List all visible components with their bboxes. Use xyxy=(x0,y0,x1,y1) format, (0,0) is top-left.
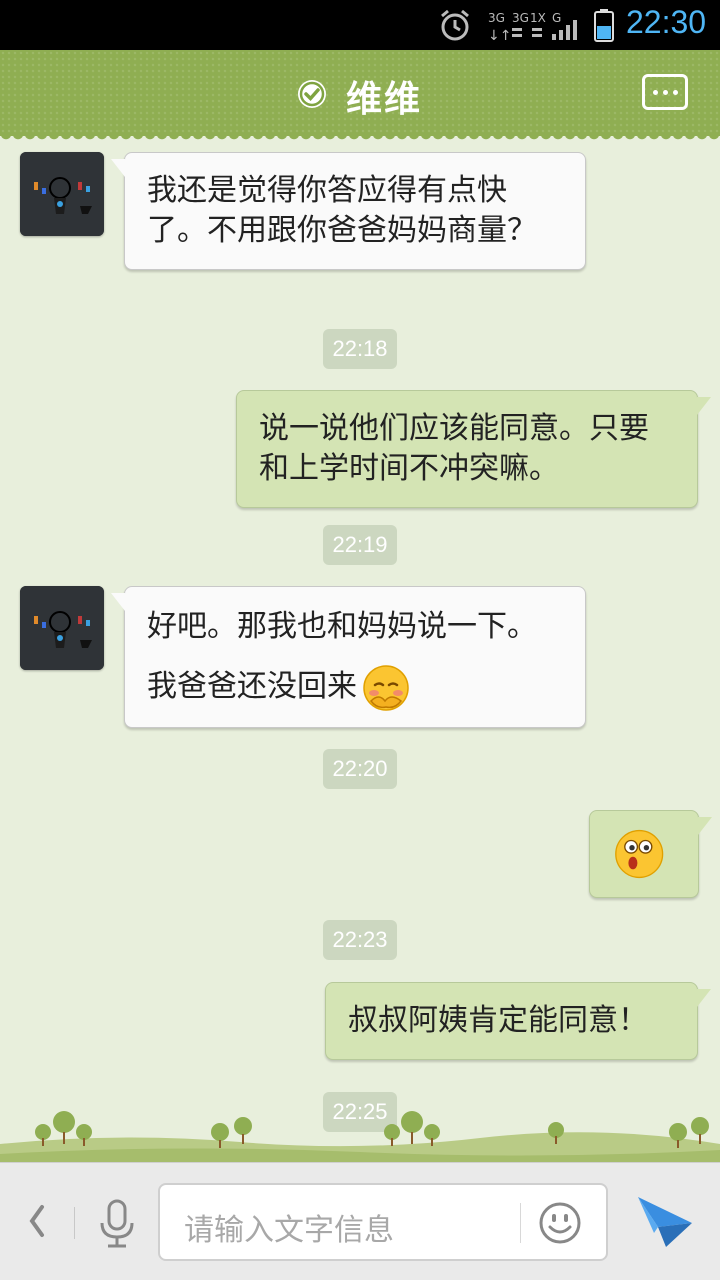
message-text: 叔叔阿姨肯定能同意！ xyxy=(348,1003,648,1038)
status-bar: 3G 3G 1X G ↓↑ 22:30 xyxy=(0,0,720,50)
surprised-face-emoji-icon xyxy=(615,829,664,879)
message-timestamp: 22:23 xyxy=(323,920,397,960)
check-circle-icon xyxy=(298,80,326,108)
landscape-decoration xyxy=(0,1111,720,1164)
battery-icon xyxy=(594,9,614,42)
svg-text:↓↑: ↓↑ xyxy=(488,28,511,42)
message-timestamp: 22:18 xyxy=(323,329,397,369)
message-input-bar: 请输入文字信息 xyxy=(0,1162,720,1280)
contact-name: 维维 xyxy=(346,79,423,120)
clock-time: 22:30 xyxy=(626,4,707,40)
alarm-icon xyxy=(441,9,469,41)
svg-text:G: G xyxy=(552,11,561,25)
message-bubble-incoming[interactable]: 好吧。那我也和妈妈说一下。我爸爸还没回来 xyxy=(111,586,586,728)
message-bubble-outgoing[interactable]: 叔叔阿姨肯定能同意！ xyxy=(325,982,711,1060)
microphone-icon[interactable] xyxy=(96,1199,138,1249)
smiley-icon[interactable] xyxy=(538,1201,582,1245)
message-timestamp: 22:20 xyxy=(323,749,397,789)
message-bubble-outgoing[interactable]: 说一说他们应该能同意。只要和上学时间不冲突嘛。 xyxy=(236,390,711,508)
svg-text:1X: 1X xyxy=(530,11,546,25)
message-input[interactable]: 请输入文字信息 xyxy=(158,1183,608,1261)
chat-header: 维维 xyxy=(0,50,720,142)
contact-avatar[interactable] xyxy=(20,152,104,236)
svg-text:3G: 3G xyxy=(488,11,505,25)
dot-icon xyxy=(673,90,678,95)
chevron-left-icon[interactable] xyxy=(22,1199,52,1243)
divider xyxy=(520,1203,521,1243)
message-bubble-incoming[interactable]: 我还是觉得你答应得有点快了。不用跟你爸爸妈妈商量？ xyxy=(111,152,586,270)
dot-icon xyxy=(653,90,658,95)
send-icon[interactable] xyxy=(636,1193,694,1249)
input-placeholder: 请输入文字信息 xyxy=(184,1213,394,1248)
message-text: 好吧。那我也和妈妈说一下。我爸爸还没回来 xyxy=(147,609,537,704)
message-bubble-outgoing[interactable] xyxy=(589,810,712,898)
message-timestamp: 22:19 xyxy=(323,525,397,565)
message-text: 说一说他们应该能同意。只要和上学时间不冲突嘛。 xyxy=(259,411,649,486)
signal-icon: 3G 3G 1X G ↓↑ xyxy=(488,11,577,42)
shy-face-emoji-icon xyxy=(363,664,409,711)
contact-avatar[interactable] xyxy=(20,586,104,670)
more-options-button[interactable] xyxy=(642,74,688,110)
svg-text:3G: 3G xyxy=(512,11,529,25)
message-text: 我还是觉得你答应得有点快了。不用跟你爸爸妈妈商量？ xyxy=(147,173,537,248)
dot-icon xyxy=(663,90,668,95)
divider xyxy=(74,1207,75,1239)
